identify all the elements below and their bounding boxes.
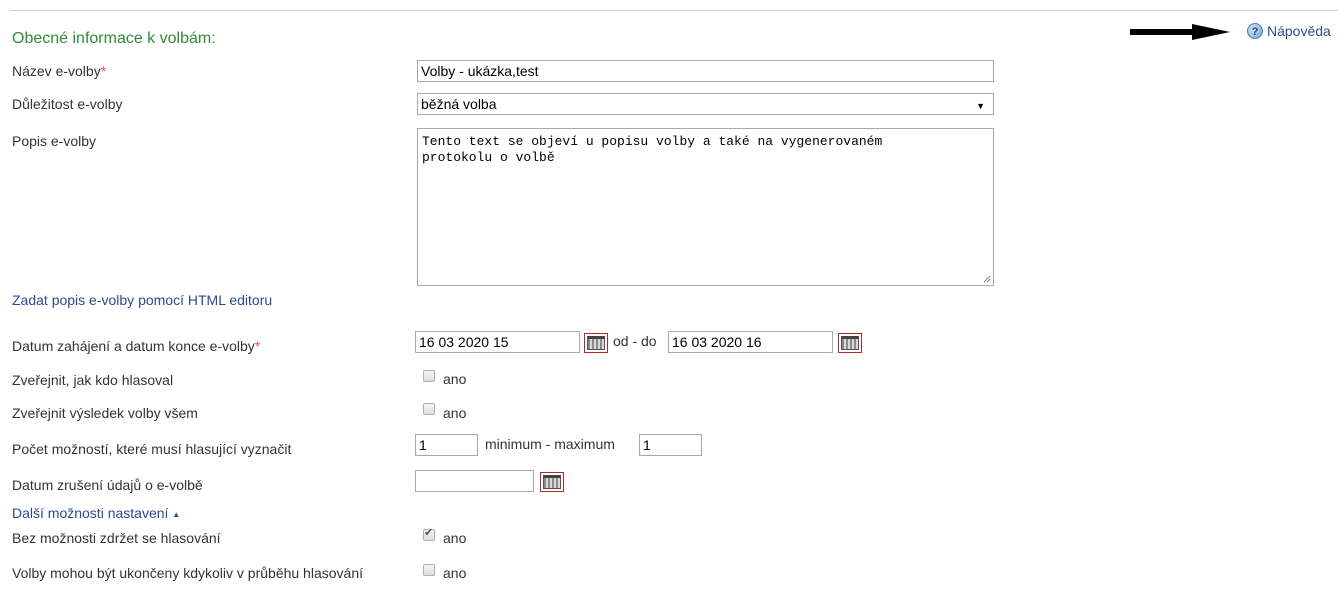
delete-date-input[interactable]: [415, 470, 534, 492]
end-calendar-icon[interactable]: [838, 333, 862, 353]
name-label: Název e-volby*: [12, 63, 107, 79]
dates-separator: od - do: [613, 333, 657, 349]
section-title: Obecné informace k volbám:: [12, 30, 216, 47]
publish-result-label: Zveřejnit výsledek volby všem: [12, 405, 198, 421]
publish-result-option: ano: [443, 405, 467, 421]
choices-count-label: Počet možností, které musí hlasující vyz…: [12, 441, 292, 457]
importance-select[interactable]: běžná volba ▼: [417, 93, 994, 115]
name-input[interactable]: Volby - ukázka,test: [417, 60, 994, 82]
resize-grip-icon[interactable]: [982, 274, 991, 283]
end-anytime-label: Volby mohou být ukončeny kdykoliv v průb…: [12, 565, 363, 581]
importance-label: Důležitost e-volby: [12, 96, 123, 112]
dates-label: Datum zahájení a datum konce e-volby*: [12, 338, 261, 354]
end-anytime-checkbox[interactable]: [423, 564, 435, 576]
dropdown-arrow-icon: ▼: [976, 101, 985, 111]
publish-who-voted-option: ano: [443, 371, 467, 387]
no-abstain-checkbox[interactable]: [423, 526, 435, 541]
choices-separator: minimum - maximum: [485, 436, 615, 452]
top-divider: [10, 10, 1338, 11]
description-label: Popis e-volby: [12, 133, 97, 149]
description-text: Tento text se objeví u popisu volby a ta…: [422, 134, 883, 165]
pointer-arrow-icon: [1130, 24, 1230, 40]
publish-result-checkbox[interactable]: [423, 403, 435, 415]
caret-up-icon: ▲: [172, 509, 181, 519]
max-choices-input[interactable]: 1: [639, 434, 702, 456]
html-editor-link[interactable]: Zadat popis e-volby pomocí HTML editoru: [12, 292, 272, 308]
min-choices-input[interactable]: 1: [415, 434, 478, 456]
no-abstain-option: ano: [443, 530, 467, 546]
importance-selected-value: běžná volba: [421, 96, 497, 112]
no-abstain-label: Bez možnosti zdržet se hlasování: [12, 530, 221, 546]
publish-who-voted-label: Zveřejnit, jak kdo hlasoval: [12, 372, 174, 388]
start-calendar-icon[interactable]: [584, 333, 608, 353]
delete-date-calendar-icon[interactable]: [540, 472, 564, 492]
publish-who-voted-checkbox[interactable]: [423, 370, 435, 382]
end-date-input[interactable]: 16 03 2020 16: [668, 331, 833, 353]
delete-date-label: Datum zrušení údajů o e-volbě: [12, 477, 203, 493]
start-date-input[interactable]: 16 03 2020 15: [415, 331, 580, 353]
help-link[interactable]: ? Nápověda: [1247, 22, 1331, 40]
description-textarea[interactable]: Tento text se objeví u popisu volby a ta…: [417, 128, 994, 286]
help-icon: ?: [1247, 23, 1263, 40]
more-settings-link[interactable]: Další možnosti nastavení ▲: [12, 505, 180, 521]
help-label: Nápověda: [1267, 23, 1331, 40]
end-anytime-option: ano: [443, 565, 467, 581]
